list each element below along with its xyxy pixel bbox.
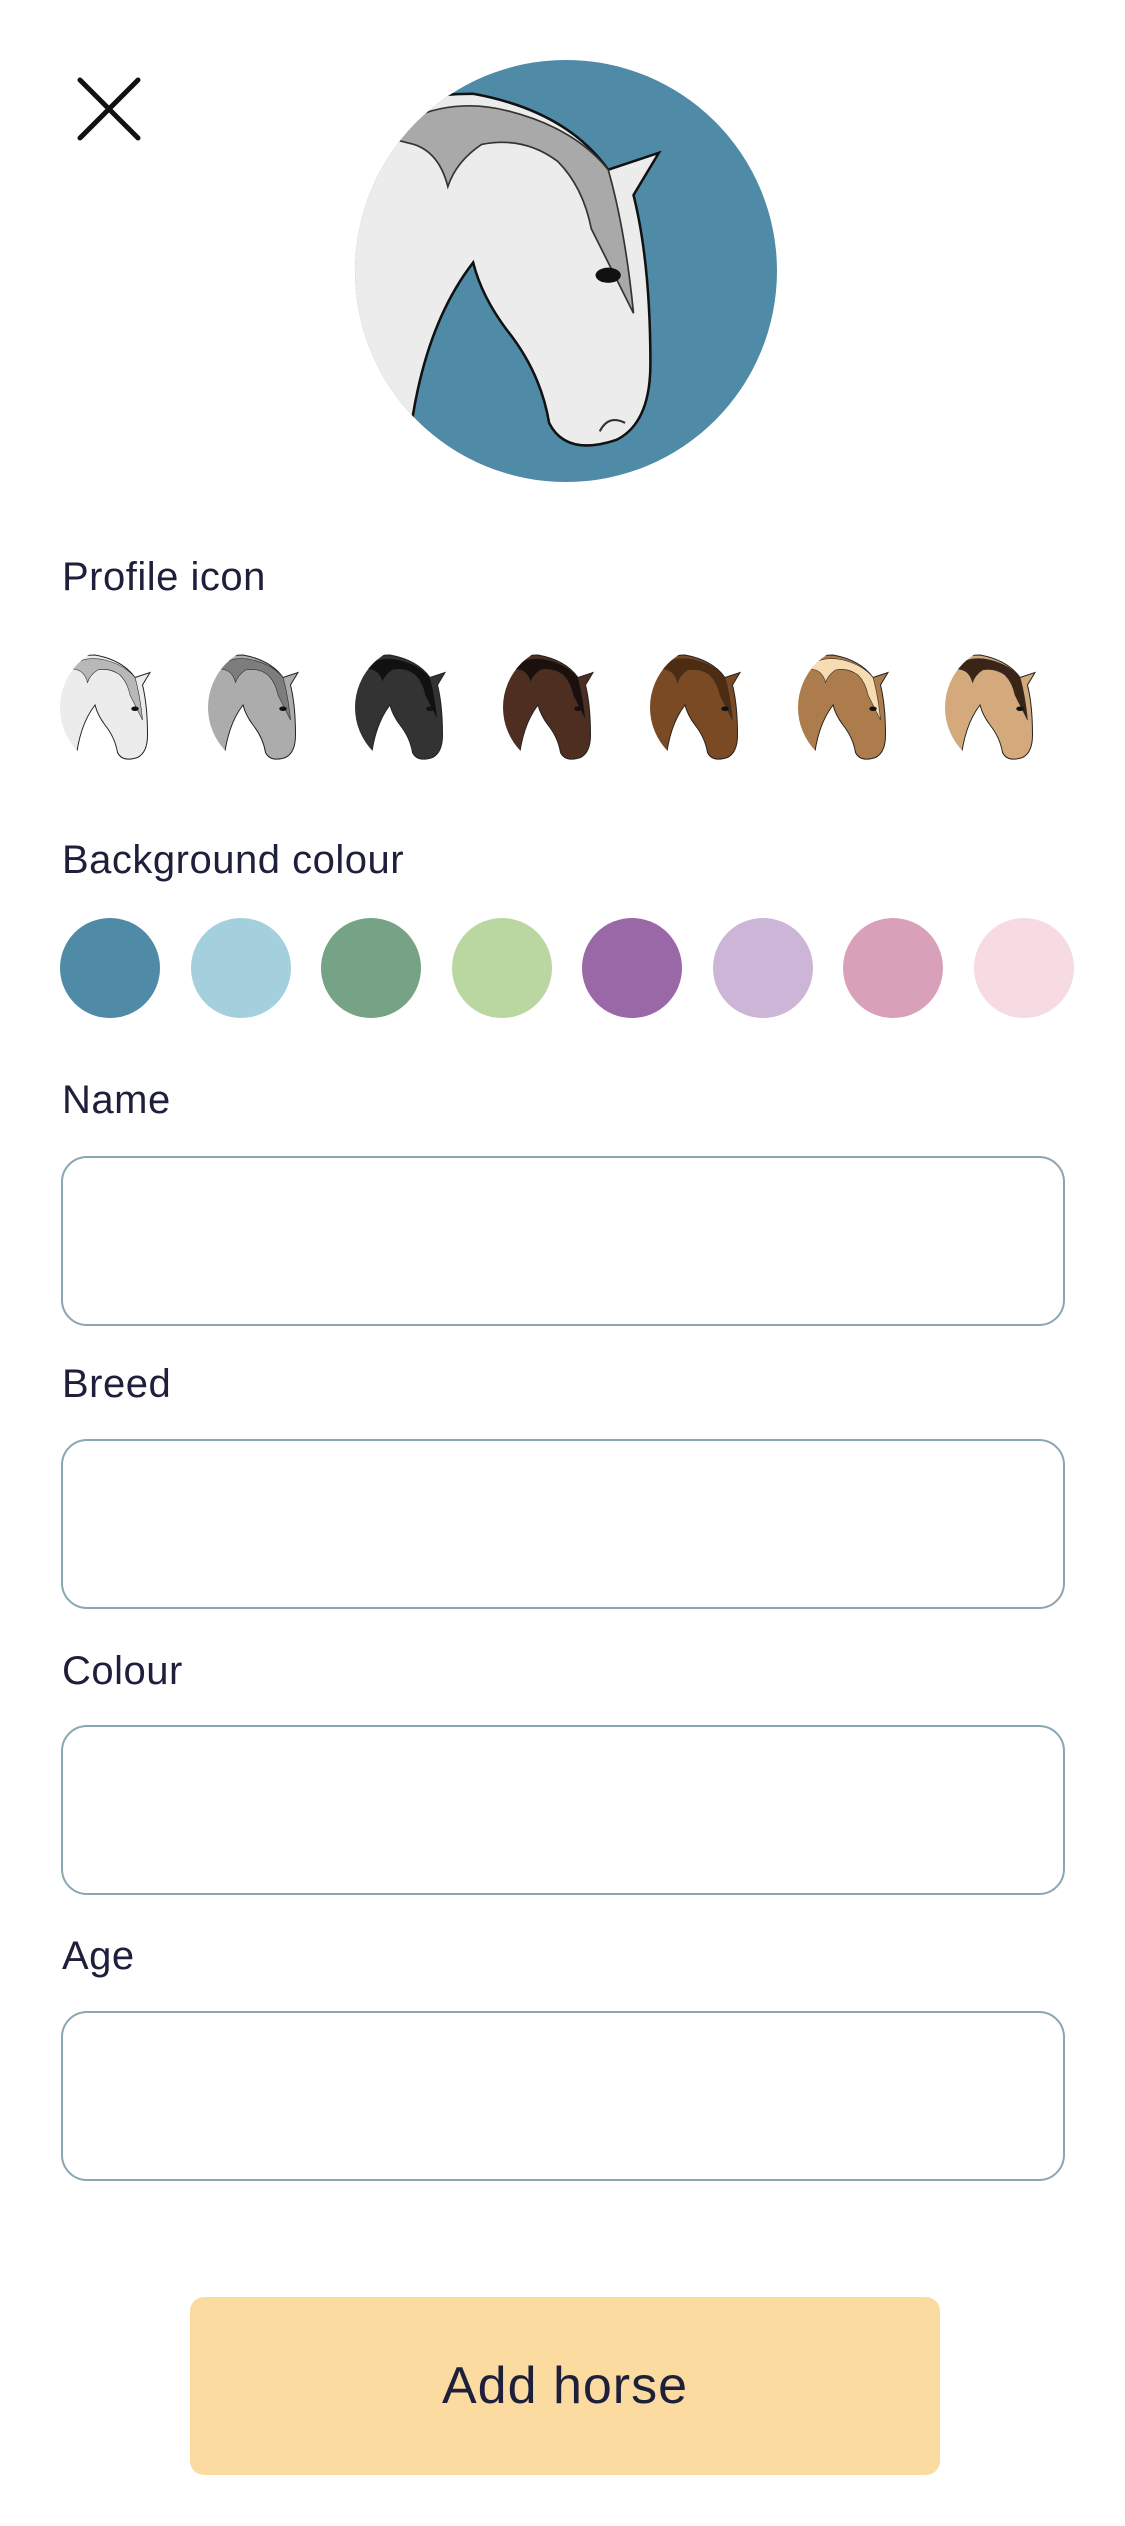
horse-head-icon xyxy=(945,654,1037,770)
profile-icon-option-black[interactable] xyxy=(355,645,480,770)
horse-head-icon xyxy=(60,654,152,770)
background-colour-swatch[interactable] xyxy=(843,918,943,1018)
background-colour-swatch[interactable] xyxy=(190,918,291,1018)
close-icon xyxy=(77,77,141,141)
background-colour-label: Background colour xyxy=(62,838,405,882)
age-input[interactable] xyxy=(61,2011,1065,2181)
colour-input[interactable] xyxy=(61,1725,1065,1895)
close-button[interactable] xyxy=(62,62,156,156)
background-colour-swatch[interactable] xyxy=(712,918,813,1018)
horse-head-icon xyxy=(207,654,299,770)
profile-icon-option-white[interactable] xyxy=(60,645,185,770)
colour-label: Colour xyxy=(62,1649,183,1693)
profile-icon-picker xyxy=(60,645,1070,770)
age-label: Age xyxy=(62,1934,135,1978)
add-horse-button[interactable]: Add horse xyxy=(190,2297,940,2475)
horse-avatar-preview xyxy=(355,60,777,482)
name-label: Name xyxy=(62,1078,171,1122)
name-input[interactable] xyxy=(61,1156,1065,1326)
horse-head-icon xyxy=(355,654,447,770)
background-colour-swatch[interactable] xyxy=(582,918,682,1018)
profile-icon-option-palomino[interactable] xyxy=(797,645,923,770)
breed-label: Breed xyxy=(62,1362,172,1406)
profile-icon-option-grey[interactable] xyxy=(207,645,333,770)
breed-input[interactable] xyxy=(61,1439,1065,1609)
background-colour-swatch[interactable] xyxy=(321,918,421,1018)
add-horse-label: Add horse xyxy=(441,2357,689,2415)
horse-head-icon xyxy=(797,654,889,770)
background-colour-swatch[interactable] xyxy=(973,918,1074,1018)
profile-icon-option-chestnut[interactable] xyxy=(650,645,775,770)
background-colour-picker xyxy=(60,918,1074,1020)
background-colour-swatch[interactable] xyxy=(60,918,160,1018)
profile-icon-label: Profile icon xyxy=(62,555,266,599)
profile-icon-option-buckskin[interactable] xyxy=(945,645,1070,770)
horse-head-icon xyxy=(502,654,594,770)
background-colour-swatch[interactable] xyxy=(451,918,552,1018)
profile-icon-option-dark-brown[interactable] xyxy=(502,645,628,770)
horse-head-icon xyxy=(650,654,742,770)
